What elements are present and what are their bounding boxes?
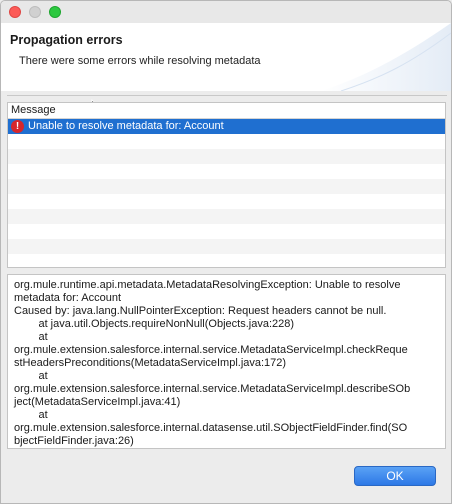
errors-table[interactable]: Message ! Unable to resolve metadata for… <box>7 102 446 268</box>
header-divider <box>7 95 447 96</box>
details-line: org.mule.extension.salesforce.internal.s… <box>14 344 408 356</box>
empty-row <box>8 254 445 267</box>
details-line: Caused by: java.lang.NullPointerExceptio… <box>14 305 387 317</box>
minimize-window-button[interactable] <box>29 6 41 18</box>
empty-row <box>8 164 445 179</box>
details-line: org.mule.extension.salesforce.internal.d… <box>14 422 408 434</box>
header-banner-graphic <box>321 23 451 91</box>
dialog-title: Propagation errors <box>10 33 123 47</box>
dialog-message: There were some errors while resolving m… <box>19 55 261 67</box>
dialog-header: Propagation errors There were some error… <box>1 23 451 91</box>
details-line: at <box>14 409 48 421</box>
details-line: org.mule.runtime.api.metadata.MetadataRe… <box>14 279 401 291</box>
details-line: bjectFieldFinder.java:26) <box>14 435 134 447</box>
title-bar <box>1 1 451 23</box>
column-header-message[interactable]: Message <box>8 103 445 119</box>
details-line: metadata for: Account <box>14 292 122 304</box>
ok-button[interactable]: OK <box>354 466 436 486</box>
error-icon: ! <box>11 120 24 133</box>
details-line: ject(MetadataServiceImpl.java:41) <box>14 396 181 408</box>
dialog-window: Propagation errors There were some error… <box>0 0 452 504</box>
details-line: at <box>14 331 48 343</box>
close-window-button[interactable] <box>9 6 21 18</box>
maximize-window-button[interactable] <box>49 6 61 18</box>
table-row[interactable]: ! Unable to resolve metadata for: Accoun… <box>8 119 445 134</box>
empty-row <box>8 149 445 164</box>
empty-row <box>8 224 445 239</box>
details-line: at <box>14 370 48 382</box>
empty-row <box>8 209 445 224</box>
empty-row <box>8 194 445 209</box>
details-line: stHeadersPreconditions(MetadataServiceIm… <box>14 357 287 369</box>
details-line: at java.util.Objects.requireNonNull(Obje… <box>14 318 295 330</box>
error-details-text[interactable]: org.mule.runtime.api.metadata.MetadataRe… <box>7 274 446 449</box>
row-message: Unable to resolve metadata for: Account <box>28 120 224 132</box>
details-line: org.mule.extension.salesforce.internal.s… <box>14 383 411 395</box>
empty-row <box>8 179 445 194</box>
empty-row <box>8 239 445 254</box>
empty-row <box>8 134 445 149</box>
